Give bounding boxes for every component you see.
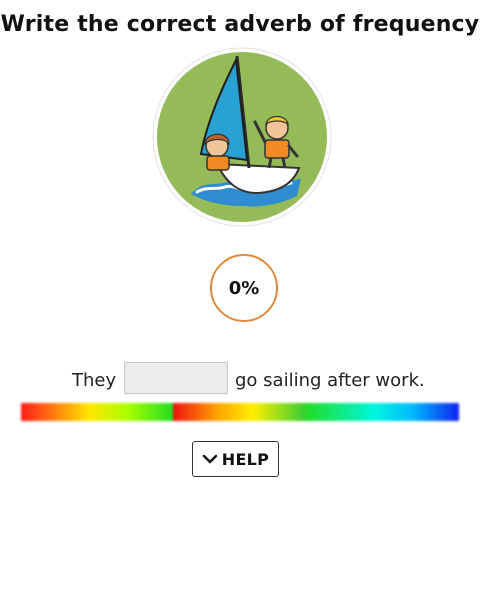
progress-indicator: 0% (210, 254, 278, 322)
sentence-start-text: They (72, 370, 117, 391)
decorative-rainbow-bar (21, 403, 459, 421)
sentence-row: They go sailing after work. (0, 362, 480, 396)
exercise-title: Write the correct adverb of frequency (0, 12, 480, 37)
sentence-end-text: go sailing after work. (235, 370, 425, 391)
answer-input[interactable] (124, 362, 228, 394)
sailing-kids-icon (152, 47, 332, 227)
exercise-page: Write the correct adverb of frequency 0%… (0, 0, 480, 590)
chevron-down-icon (202, 454, 217, 464)
help-button[interactable]: HELP (192, 441, 279, 477)
help-button-label: HELP (221, 449, 270, 469)
